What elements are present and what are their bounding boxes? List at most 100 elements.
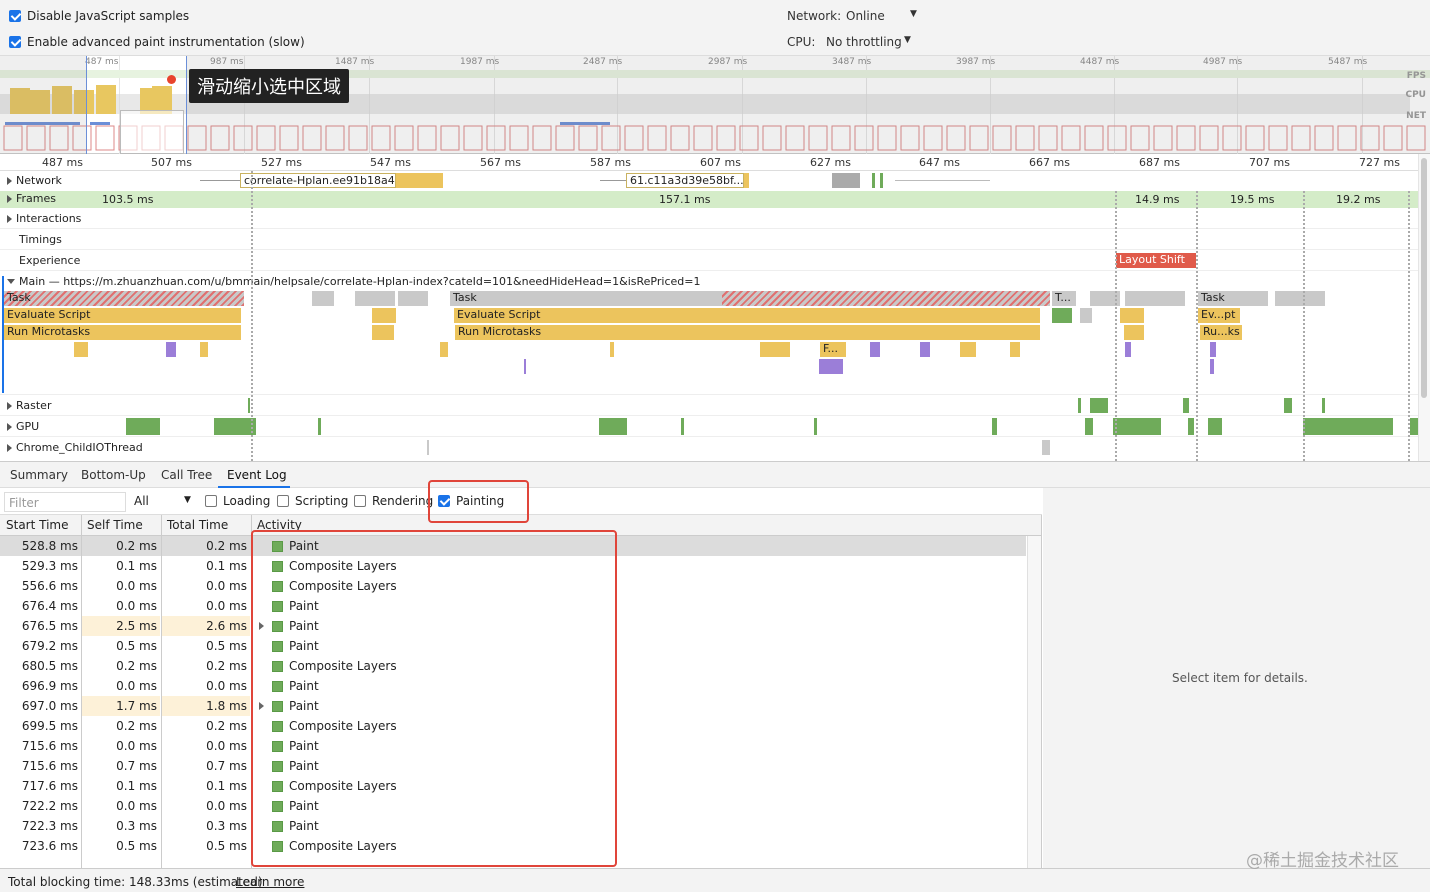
gpu-task-block[interactable] [814,418,817,435]
gpu-task-block[interactable] [1322,398,1325,413]
table-scrollbar[interactable] [1027,536,1041,868]
experience-track[interactable]: Experience Layout Shift [0,250,1418,271]
trace-event-block[interactable] [398,291,428,306]
cpu-throttle-select[interactable]: No throttling ▼ [826,35,916,49]
gpu-task-block[interactable] [599,418,627,435]
tab-call-tree[interactable]: Call Tree [161,468,212,482]
gpu-task-block[interactable] [1410,418,1418,435]
rendering-checkbox[interactable] [354,495,366,507]
paint-block[interactable] [1052,308,1072,323]
flame-scroll-thumb[interactable] [1421,158,1427,398]
network-throttle-select[interactable]: Online ▼ [846,9,920,23]
column-start-time[interactable]: Start Time [6,518,69,532]
trace-event-block[interactable] [870,342,880,357]
frame-duration[interactable]: 19.2 ms [1336,193,1380,206]
rendering-filter[interactable]: Rendering [354,494,433,508]
gpu-track[interactable]: GPU [0,415,1418,436]
duration-filter-select[interactable]: All ▼ [134,494,194,508]
expand-triangle-icon[interactable] [7,194,12,203]
disable-js-samples-checkbox[interactable] [9,10,21,22]
evaluate-script-block[interactable]: Evaluate Script [454,308,1040,323]
gpu-task-block[interactable] [1042,440,1050,455]
gpu-task-block[interactable] [1284,398,1292,413]
trace-event-block[interactable] [960,342,976,357]
column-self-time[interactable]: Self Time [87,518,143,532]
frames-track[interactable]: Frames 103.5 ms 157.1 ms 14.9 ms 19.5 ms… [0,191,1418,208]
selection-left-handle[interactable] [86,56,87,154]
loading-filter[interactable]: Loading [205,494,270,508]
task-block[interactable]: T... [1052,291,1076,306]
flame-scrollbar[interactable] [1418,154,1430,461]
function-call-block[interactable]: F... [820,342,846,357]
trace-event-block[interactable] [372,325,394,340]
expand-triangle-icon[interactable] [7,214,12,223]
trace-event-block[interactable] [1210,342,1216,357]
trace-event-block[interactable] [1275,291,1325,306]
frame-duration[interactable]: 14.9 ms [1135,193,1179,206]
network-request[interactable] [880,173,883,188]
network-track[interactable]: Network correlate-Hplan.ee91b18a4 61.c11… [0,171,1418,191]
filter-input[interactable]: Filter [4,492,126,512]
tab-event-log[interactable]: Event Log [227,468,287,482]
network-request[interactable] [832,173,860,188]
trace-event-block[interactable] [1120,308,1144,323]
scripting-checkbox[interactable] [277,495,289,507]
trace-event-block[interactable] [524,359,526,374]
trace-event-block[interactable] [1125,291,1185,306]
loading-checkbox[interactable] [205,495,217,507]
scripting-filter[interactable]: Scripting [277,494,348,508]
gpu-task-block[interactable] [1113,418,1161,435]
layout-shift-event[interactable]: Layout Shift [1116,253,1196,268]
trace-event-block[interactable] [1124,325,1144,340]
chrome-io-track[interactable]: Chrome_ChildIOThread [0,436,1418,461]
style-recalc-block[interactable] [819,359,843,374]
trace-event-block[interactable] [1210,359,1214,374]
trace-event-block[interactable] [760,342,790,357]
task-block[interactable]: Task [1198,291,1268,306]
run-microtasks-block[interactable]: Run Microtasks [4,325,241,340]
trace-event-block[interactable] [74,342,88,357]
column-total-time[interactable]: Total Time [167,518,228,532]
timings-track[interactable]: Timings [0,229,1418,250]
trace-event-block[interactable] [312,291,334,306]
gpu-task-block[interactable] [681,418,684,435]
gpu-task-block[interactable] [1303,418,1393,435]
trace-event-block[interactable] [1010,342,1020,357]
evaluate-script-block[interactable]: Evaluate Script [4,308,241,323]
trace-event-block[interactable] [166,342,176,357]
trace-event-block[interactable] [372,308,396,323]
collapse-triangle-icon[interactable] [7,279,15,284]
learn-more-link[interactable]: Learn more [236,875,304,889]
evaluate-script-block[interactable]: Ev...pt [1198,308,1240,323]
trace-event-block[interactable] [610,342,614,357]
disable-js-samples-option[interactable]: Disable JavaScript samples [9,9,189,23]
gpu-task-block[interactable] [427,440,429,455]
gpu-task-block[interactable] [1183,398,1189,413]
tab-bottom-up[interactable]: Bottom-Up [81,468,146,482]
trace-event-block[interactable] [355,291,395,306]
run-microtasks-block[interactable]: Ru...ks [1200,325,1242,340]
main-thread-flame[interactable]: Task Evaluate Script Run Microtasks Task… [0,291,1418,394]
trace-event-block[interactable] [1080,308,1092,323]
network-request[interactable] [872,173,875,188]
expand-triangle-icon[interactable] [7,176,12,185]
advanced-paint-option[interactable]: Enable advanced paint instrumentation (s… [9,35,305,49]
frame-duration[interactable]: 157.1 ms [659,193,710,206]
column-separator[interactable] [161,515,162,868]
gpu-task-block[interactable] [992,418,997,435]
task-block[interactable]: Task [4,291,244,306]
raster-track[interactable]: Raster [0,394,1418,415]
trace-event-block[interactable] [200,342,208,357]
network-request[interactable]: 61.c11a3d39e58bf... [626,173,744,188]
trace-event-block[interactable] [440,342,448,357]
trace-event-block[interactable] [920,342,930,357]
column-separator[interactable] [81,515,82,868]
frame-duration[interactable]: 103.5 ms [102,193,153,206]
gpu-task-block[interactable] [318,418,321,435]
selection-window[interactable] [120,110,184,154]
expand-triangle-icon[interactable] [7,422,12,431]
network-request[interactable]: correlate-Hplan.ee91b18a4 [240,173,396,188]
expand-triangle-icon[interactable] [7,443,12,452]
filmstrip-frame[interactable] [95,125,115,151]
gpu-task-block[interactable] [214,418,256,435]
